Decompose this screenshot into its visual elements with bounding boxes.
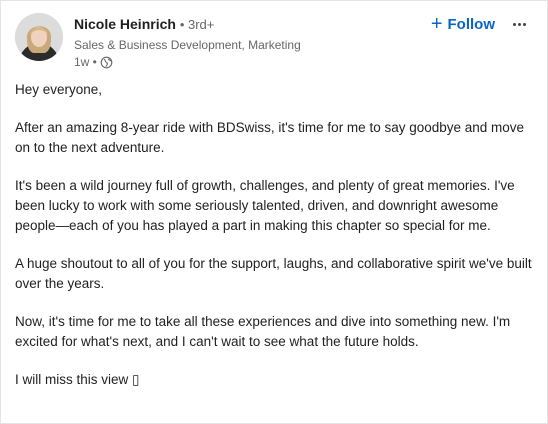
post-time: 1w • [74, 55, 97, 69]
follow-button[interactable]: + Follow [431, 13, 495, 35]
globe-icon [100, 56, 113, 69]
post-card: Nicole Heinrich • 3rd+ Sales & Business … [0, 0, 548, 424]
post-paragraph: A huge shoutout to all of you for the su… [15, 256, 532, 291]
author-name[interactable]: Nicole Heinrich [74, 16, 176, 32]
post-paragraph: It's been a wild journey full of growth,… [15, 178, 515, 233]
post-paragraph: Now, it's time for me to take all these … [15, 314, 511, 349]
more-options-button[interactable] [507, 13, 531, 35]
post-paragraph-greeting: Hey everyone, [15, 82, 103, 97]
author-headline: Sales & Business Development, Marketing [74, 38, 301, 52]
avatar-photo [15, 13, 63, 61]
post-header: Nicole Heinrich • 3rd+ Sales & Business … [15, 13, 533, 69]
ellipsis-icon [512, 22, 526, 26]
author-name-row: Nicole Heinrich • 3rd+ [74, 15, 301, 34]
author-meta: Nicole Heinrich • 3rd+ Sales & Business … [74, 15, 301, 70]
follow-label: Follow [447, 15, 496, 33]
post-body: Hey everyone, After an amazing 8-year ri… [15, 80, 535, 408]
post-time-row: 1w • [74, 55, 301, 70]
author-avatar[interactable] [15, 13, 63, 61]
plus-icon: + [430, 13, 443, 35]
post-paragraph: After an amazing 8-year ride with BDSwis… [15, 120, 525, 155]
connection-degree: • 3rd+ [179, 17, 215, 32]
post-paragraph-closing: I will miss this view ▯ [15, 372, 140, 387]
